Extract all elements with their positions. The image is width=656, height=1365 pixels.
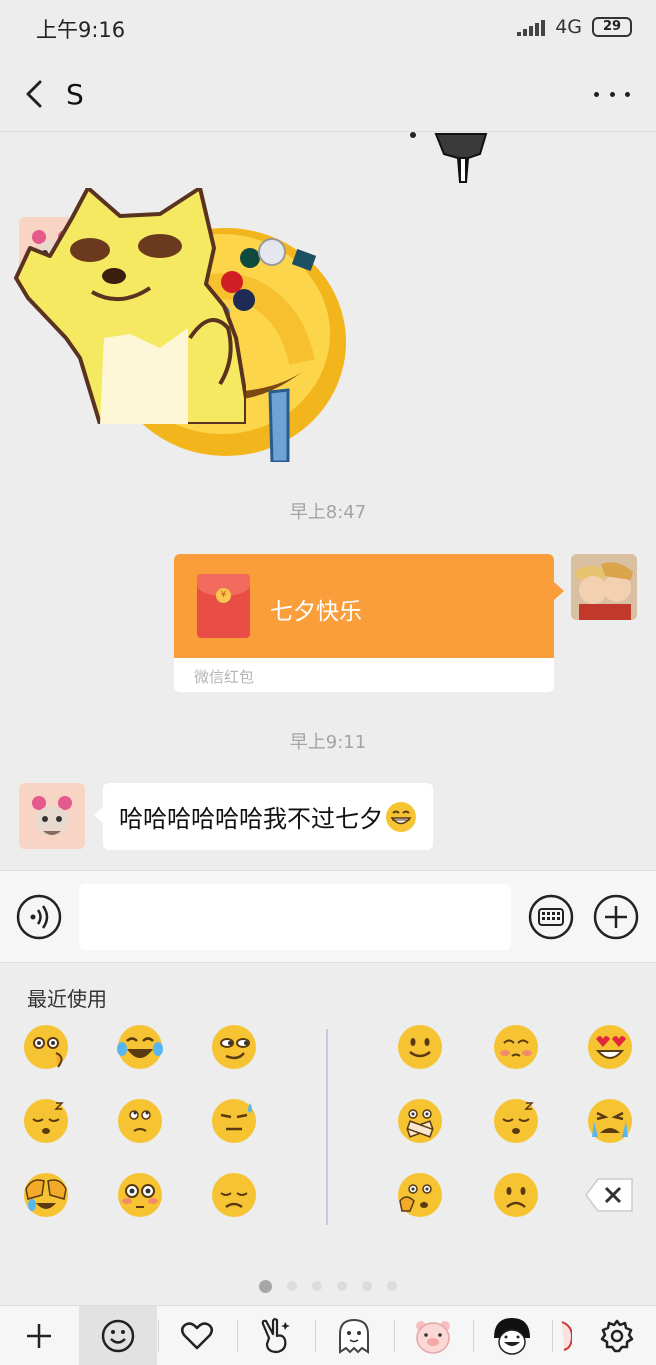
tab-cartoon-stickers[interactable]	[315, 1306, 393, 1365]
tab-favorites[interactable]	[158, 1306, 236, 1365]
tab-mushroom-head-stickers[interactable]	[473, 1306, 551, 1365]
chevron-left-icon	[26, 80, 42, 108]
keyboard-icon[interactable]	[528, 894, 574, 940]
tab-add-sticker[interactable]	[0, 1306, 78, 1365]
plus-icon	[27, 1324, 51, 1348]
chat-title: S	[66, 78, 84, 111]
heart-icon	[181, 1322, 213, 1350]
mushroom-head-sticker-icon	[494, 1318, 530, 1355]
status-time: 上午9:16	[36, 18, 126, 42]
gear-icon	[600, 1319, 634, 1353]
emoji-facepalm-icon[interactable]	[22, 1171, 70, 1219]
red-packet-message[interactable]: ¥ 七夕快乐 微信红包	[174, 554, 564, 692]
red-packet-label: 微信红包	[194, 668, 255, 686]
page-dot[interactable]	[287, 1281, 297, 1291]
contact-avatar[interactable]	[19, 783, 85, 849]
emoji-shut-mouth-icon[interactable]	[396, 1097, 444, 1145]
emoji-heart-eyes-icon[interactable]	[586, 1023, 634, 1071]
status-bar: 上午9:16 4G 29	[0, 0, 656, 56]
emoji-doubt-icon[interactable]	[116, 1097, 164, 1145]
page-indicator	[0, 1280, 656, 1293]
grin-emoji-icon	[386, 801, 416, 832]
cat-avatar-image	[19, 783, 85, 849]
emoji-pensive-icon[interactable]	[210, 1171, 258, 1219]
emoji-panel: 最近使用	[0, 963, 656, 1305]
page-dot[interactable]	[312, 1281, 322, 1291]
red-envelope-icon: ¥	[197, 574, 250, 638]
recent-section-title: 最近使用	[27, 987, 107, 1011]
emoji-flushed-icon[interactable]	[116, 1171, 164, 1219]
more-icon	[594, 91, 599, 97]
red-packet-footer: 微信红包	[174, 658, 554, 692]
partial-sticker-icon	[561, 1321, 572, 1351]
signal-icon	[517, 18, 546, 36]
timestamp: 早上8:47	[289, 502, 367, 523]
anime-avatar-image	[571, 554, 637, 620]
page-dot[interactable]	[362, 1281, 372, 1291]
emoji-tears-of-joy-icon[interactable]	[116, 1023, 164, 1071]
status-indicators: 4G 29	[517, 16, 632, 38]
tab-gesture-stickers[interactable]	[237, 1306, 315, 1365]
network-type: 4G	[555, 16, 582, 38]
message-input[interactable]	[79, 884, 511, 950]
back-button[interactable]	[18, 74, 58, 114]
emoji-sad-icon[interactable]	[492, 1171, 540, 1219]
red-packet-body: ¥ 七夕快乐	[174, 554, 564, 658]
smiley-icon	[101, 1319, 135, 1353]
tab-more-stickers-partial[interactable]	[552, 1306, 578, 1365]
tab-pig-stickers[interactable]	[394, 1306, 472, 1365]
doge-sticker[interactable]	[10, 188, 246, 424]
voice-icon[interactable]	[16, 894, 62, 940]
emoji-crying-icon[interactable]	[586, 1097, 634, 1145]
sticker-tab-bar	[0, 1305, 656, 1365]
pig-sticker-icon	[416, 1321, 450, 1354]
text-message[interactable]: 哈哈哈哈哈哈我不过七夕	[94, 783, 433, 850]
add-icon[interactable]	[593, 894, 639, 940]
message-text: 哈哈哈哈哈哈我不过七夕	[119, 805, 383, 833]
input-bar	[0, 870, 656, 963]
emoji-smirk-icon[interactable]	[210, 1023, 258, 1071]
ghost-sticker-icon	[339, 1318, 369, 1354]
emoji-shy-icon[interactable]	[492, 1023, 540, 1071]
emoji-whisper-icon[interactable]	[396, 1171, 444, 1219]
timestamp: 早上9:11	[289, 732, 367, 753]
page-dot[interactable]	[387, 1281, 397, 1291]
page-dot[interactable]	[337, 1281, 347, 1291]
section-divider	[326, 1029, 328, 1225]
battery-icon: 29	[592, 17, 632, 37]
more-button[interactable]	[594, 82, 630, 106]
chat-area[interactable]: 早上8:47 ¥ 七夕快乐 微信红包 早上9:11 哈哈哈哈哈哈我不过七夕	[0, 132, 656, 870]
victory-hand-icon	[261, 1318, 290, 1354]
emoji-smile-icon[interactable]	[396, 1023, 444, 1071]
emoji-thinking-icon[interactable]	[22, 1023, 70, 1071]
page-dot[interactable]	[259, 1280, 272, 1293]
emoji-sleepy-icon[interactable]	[22, 1097, 70, 1145]
tab-emoji[interactable]	[79, 1306, 157, 1365]
red-packet-title: 七夕快乐	[270, 599, 362, 625]
chat-header: S	[0, 56, 656, 132]
tab-sticker-settings[interactable]	[578, 1306, 656, 1365]
emoji-sleepy-icon[interactable]	[492, 1097, 540, 1145]
my-avatar[interactable]	[571, 554, 637, 620]
emoji-sweat-icon[interactable]	[210, 1097, 258, 1145]
delete-icon[interactable]	[584, 1177, 634, 1213]
sticker-partial[interactable]	[400, 132, 490, 188]
